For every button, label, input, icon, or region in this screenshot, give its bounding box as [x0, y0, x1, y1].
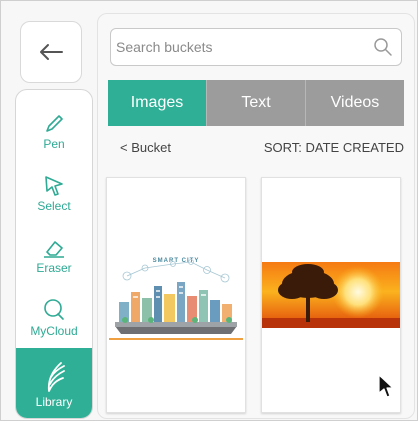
pointer-icon — [45, 175, 63, 196]
arrow-left-icon — [40, 44, 63, 60]
smart-city-thumbnail — [115, 259, 237, 334]
image-card[interactable]: SMART CITY — [106, 177, 246, 413]
tool-mycloud[interactable]: MyCloud — [16, 286, 92, 348]
tool-label: Library — [35, 394, 73, 409]
search-input[interactable] — [111, 29, 361, 65]
sort-control[interactable]: SORT: DATE CREATED — [264, 140, 404, 155]
library-icon — [47, 361, 65, 392]
tab-images[interactable]: Images — [108, 80, 206, 126]
tool-select[interactable]: Select — [16, 162, 92, 224]
bucket-back-link[interactable]: < Bucket — [120, 140, 171, 155]
search-icon[interactable] — [373, 37, 393, 57]
tool-library[interactable]: Library — [16, 348, 92, 418]
tab-videos[interactable]: Videos — [305, 80, 404, 126]
tool-label: Pen — [43, 136, 65, 151]
tool-label: MyCloud — [30, 323, 78, 338]
app-frame: Pen Select Eraser MyCloud Library Search… — [0, 0, 418, 421]
tab-text[interactable]: Text — [206, 80, 305, 126]
thumbnail-underline — [109, 338, 243, 340]
sunset-tree-thumbnail — [262, 262, 400, 328]
library-panel: Images Text Videos < Bucket SORT: DATE C… — [97, 13, 415, 419]
tool-sidebar: Pen Select Eraser MyCloud Library — [15, 89, 93, 419]
tool-label: Eraser — [36, 260, 72, 275]
eraser-icon — [44, 240, 64, 258]
tool-pen[interactable]: Pen — [16, 100, 92, 162]
magnifier-icon — [44, 298, 64, 320]
back-button[interactable] — [20, 21, 82, 83]
tool-eraser[interactable]: Eraser — [16, 224, 92, 286]
search-box — [110, 28, 402, 66]
media-tabs: Images Text Videos — [108, 80, 404, 126]
mouse-cursor-icon — [378, 374, 394, 398]
tool-label: Select — [37, 198, 71, 213]
pen-icon — [46, 114, 63, 132]
